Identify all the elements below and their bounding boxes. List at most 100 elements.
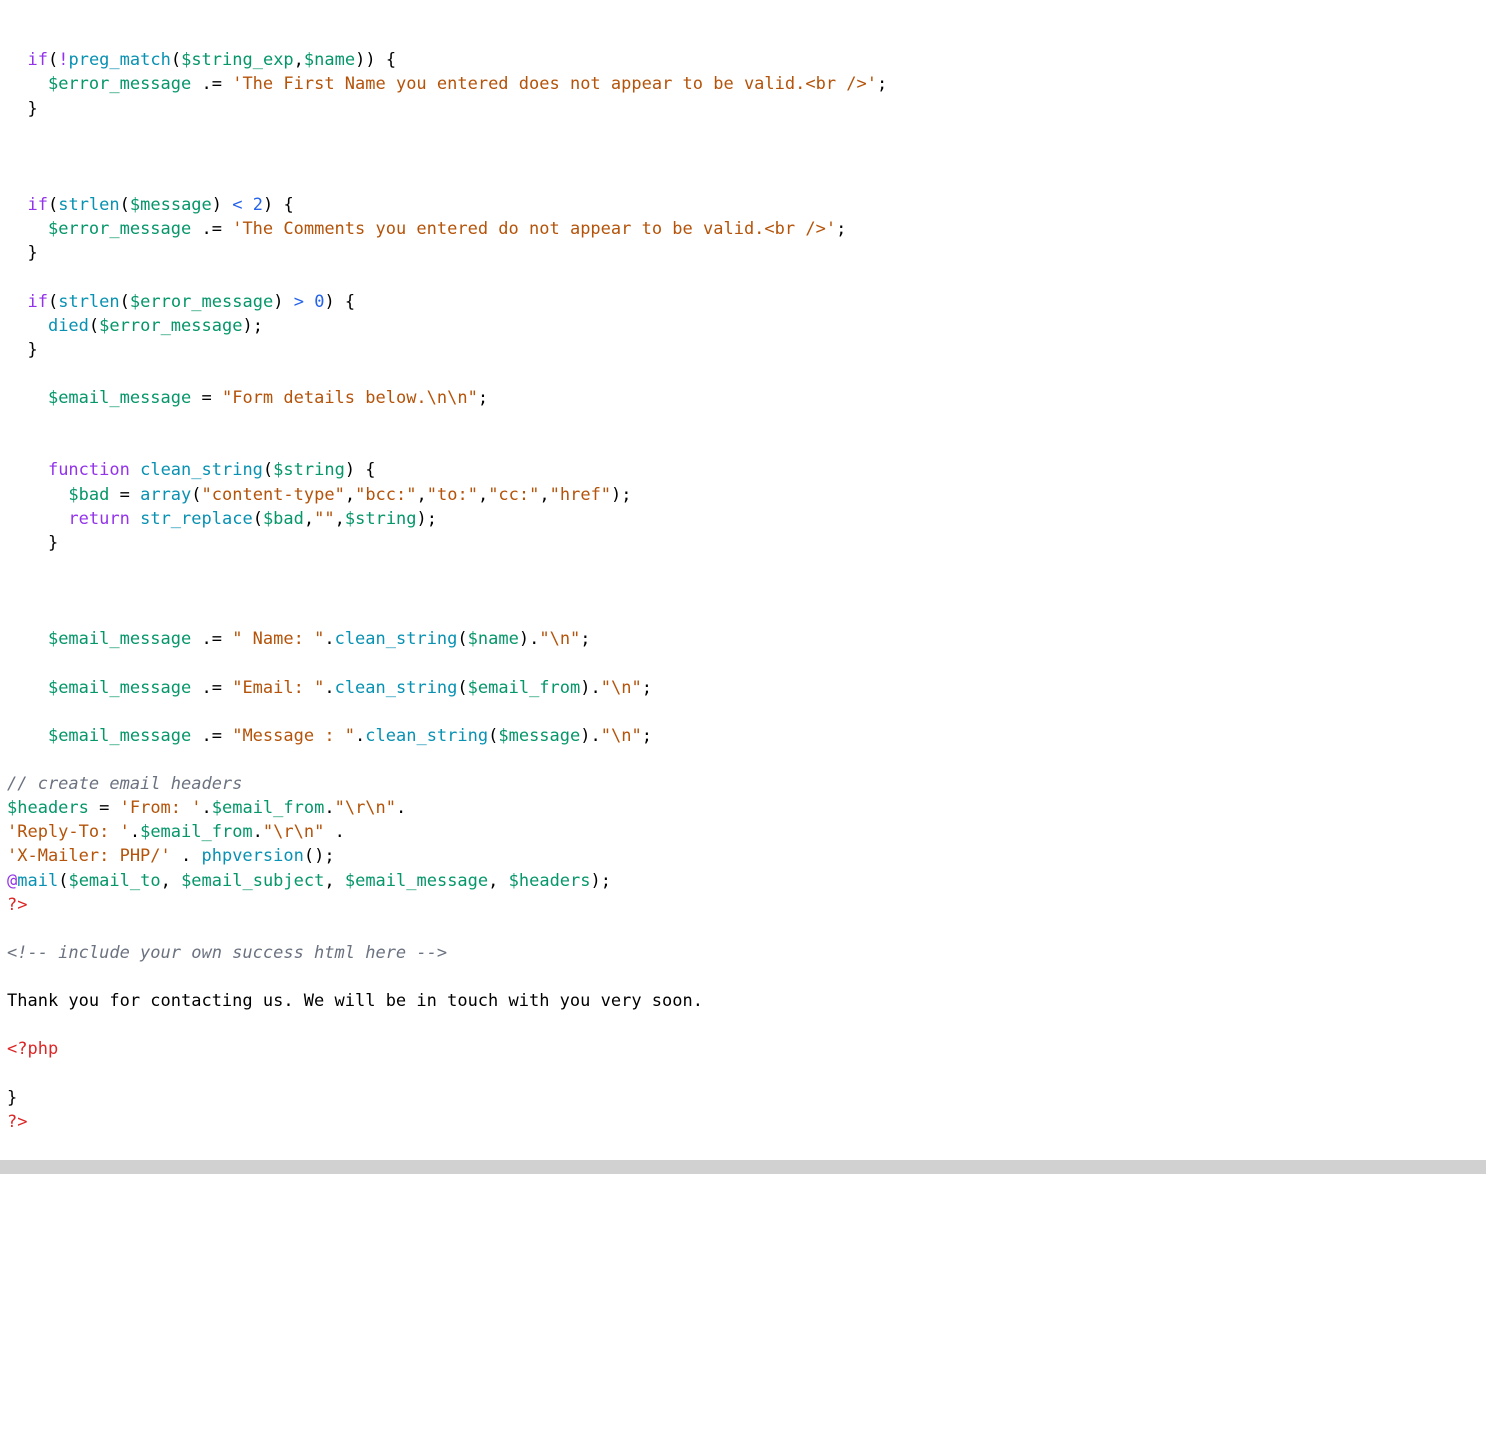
code-token: $email_message: [48, 678, 191, 698]
code-token: ): [273, 292, 283, 312]
code-token: (: [457, 629, 467, 649]
code-token: ): [580, 678, 590, 698]
code-token: "Message : ": [232, 726, 355, 746]
code-token: <: [232, 195, 242, 215]
code-token: (: [488, 726, 498, 746]
code-token: }: [7, 243, 38, 263]
code-token: ): [580, 726, 590, 746]
code-token: (: [48, 292, 58, 312]
code-token: "": [314, 509, 334, 529]
code-token: }: [7, 533, 58, 553]
code-token: if: [27, 292, 47, 312]
code-token: ) {: [324, 292, 355, 312]
code-token: }: [7, 99, 38, 119]
code-token: if: [27, 50, 47, 70]
code-token: $error_message: [48, 74, 191, 94]
code-token: ?>: [7, 1112, 27, 1132]
code-token: $string: [345, 509, 417, 529]
code-token: ): [519, 629, 529, 649]
code-token: (): [304, 846, 324, 866]
code-token: <!-- include your own success html here …: [7, 943, 447, 963]
code-token: (: [58, 871, 68, 891]
code-token: 'Reply-To: ': [7, 822, 130, 842]
code-token: $bad: [68, 485, 109, 505]
code-token: $string_exp: [181, 50, 294, 70]
code-token: "content-type": [202, 485, 345, 505]
code-token: ): [591, 871, 601, 891]
code-token: died: [48, 316, 89, 336]
code-token: $email_message: [48, 388, 191, 408]
code-token: clean_string: [365, 726, 488, 746]
code-token: 'From: ': [120, 798, 202, 818]
code-token: clean_string: [140, 460, 263, 480]
code-token: mail: [17, 871, 58, 891]
code-token: <?php: [7, 1039, 58, 1059]
code-token: (: [263, 460, 273, 480]
code-token: " Name: ": [232, 629, 324, 649]
code-token: $email_from: [140, 822, 253, 842]
code-token: "Email: ": [232, 678, 324, 698]
code-token: $bad: [263, 509, 304, 529]
code-token: function: [48, 460, 130, 480]
code-token: $email_to: [68, 871, 160, 891]
code-token: "\r\n": [263, 822, 324, 842]
code-token: (: [171, 50, 181, 70]
code-token: "Form details below.\n\n": [222, 388, 478, 408]
code-token: phpversion: [201, 846, 303, 866]
code-token: 2: [253, 195, 263, 215]
code-token: (: [48, 195, 58, 215]
code-token: !: [58, 50, 68, 70]
code-token: 'The First Name you entered does not app…: [232, 74, 877, 94]
code-token: }: [7, 1088, 17, 1108]
code-token: 0: [314, 292, 324, 312]
code-token: strlen: [58, 292, 119, 312]
code-token: $message: [498, 726, 580, 746]
code-token: (: [253, 509, 263, 529]
code-token: $name: [468, 629, 519, 649]
code-token: (: [457, 678, 467, 698]
code-token: if: [27, 195, 47, 215]
code-token: @: [7, 871, 17, 891]
code-token: >: [294, 292, 304, 312]
code-token: 'The Comments you entered do not appear …: [232, 219, 836, 239]
code-token: ) {: [345, 460, 376, 480]
code-token: "to:": [427, 485, 478, 505]
code-token: (: [120, 292, 130, 312]
code-token: $email_message: [345, 871, 488, 891]
code-token: (: [89, 316, 99, 336]
code-token: ) {: [263, 195, 294, 215]
code-token: ?>: [7, 895, 27, 915]
code-block[interactable]: if(!preg_match($string_exp,$name)) { $er…: [7, 48, 1479, 1134]
code-token: clean_string: [335, 629, 458, 649]
code-token: $error_message: [48, 219, 191, 239]
code-token: $email_subject: [181, 871, 324, 891]
code-token: (: [48, 50, 58, 70]
code-token: array: [140, 485, 191, 505]
code-token: $email_from: [468, 678, 581, 698]
code-token: $error_message: [99, 316, 242, 336]
code-token: "\n": [601, 678, 642, 698]
code-token: 'X-Mailer: PHP/': [7, 846, 171, 866]
code-token: ): [242, 316, 252, 336]
footer-bar: [0, 1160, 1486, 1174]
code-token: }: [7, 340, 38, 360]
code-token: ): [212, 195, 222, 215]
code-token: "bcc:": [355, 485, 416, 505]
code-token: $string: [273, 460, 345, 480]
code-token: clean_string: [335, 678, 458, 698]
code-token: $email_message: [48, 629, 191, 649]
code-token: // create email headers: [7, 774, 242, 794]
code-token: str_replace: [140, 509, 253, 529]
code-token: ): [417, 509, 427, 529]
code-token: "cc:": [488, 485, 539, 505]
code-token: $headers: [7, 798, 89, 818]
code-token: "\n": [539, 629, 580, 649]
code-token: $message: [130, 195, 212, 215]
code-token: return: [68, 509, 129, 529]
code-token: )) {: [355, 50, 396, 70]
code-token: "href": [550, 485, 611, 505]
code-token: ): [611, 485, 621, 505]
code-token: $name: [304, 50, 355, 70]
code-token: (: [120, 195, 130, 215]
code-token: $headers: [509, 871, 591, 891]
